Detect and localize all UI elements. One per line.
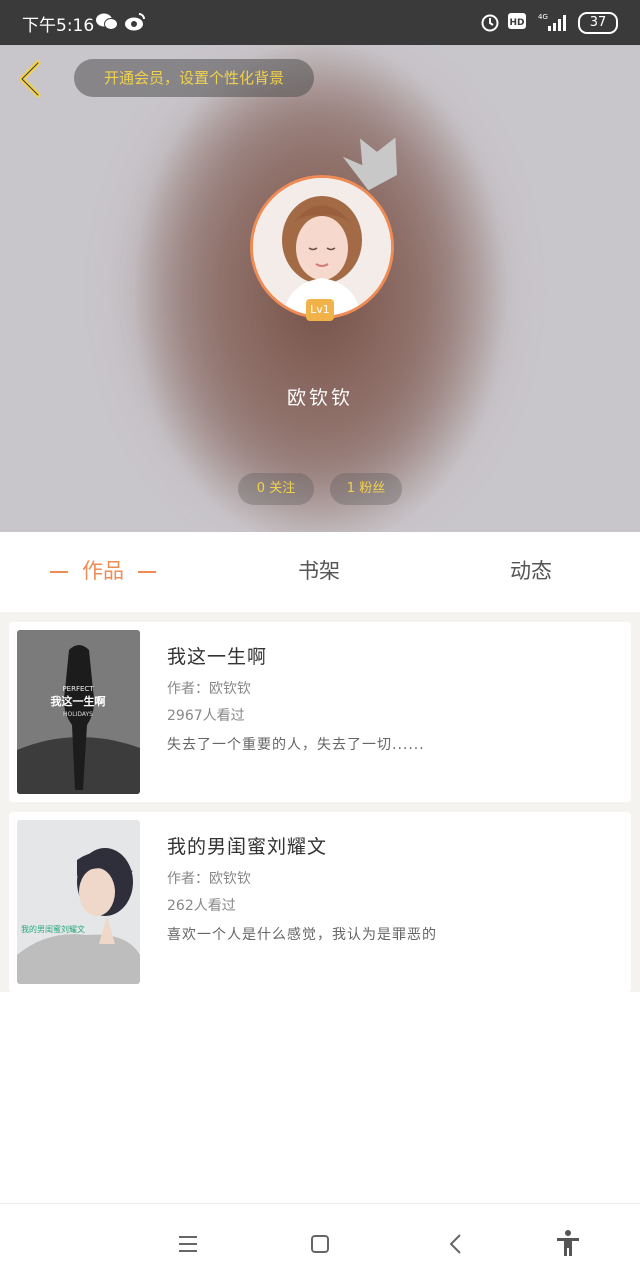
tab-activity[interactable]: 动态 <box>510 532 552 612</box>
cover-text-main: 我的男闺蜜刘耀文 <box>21 924 85 934</box>
work-description: 失去了一个重要的人，失去了一切...... <box>167 737 425 753</box>
wechat-icon <box>96 13 118 30</box>
cover-text-main: 我这一生啊 <box>51 694 106 708</box>
alarm-icon <box>481 14 499 32</box>
home-icon[interactable] <box>300 1224 340 1264</box>
work-cover-image: PERFECT 我这一生啊 HOLIDAYS <box>17 630 140 794</box>
work-views: 2967人看过 <box>167 708 245 724</box>
work-views: 262人看过 <box>167 898 236 914</box>
avatar[interactable] <box>250 175 394 319</box>
battery-indicator: 37 <box>578 12 618 34</box>
work-description: 喜欢一个人是什么感觉，我认为是罪恶的 <box>167 927 437 943</box>
avatar-image <box>253 178 391 316</box>
work-title: 我这一生啊 <box>167 646 268 668</box>
svg-text:HD: HD <box>509 18 524 28</box>
status-time: 下午5:16 <box>22 16 95 36</box>
back-icon[interactable] <box>436 1224 476 1264</box>
following-count-button[interactable]: 0 关注 <box>238 473 314 505</box>
profile-header: 开通会员，设置个性化背景 Lv1 欧钦钦 0 关注 1 粉丝 <box>0 45 640 532</box>
work-author: 作者：欧钦钦 <box>167 871 251 887</box>
level-badge: Lv1 <box>306 299 334 321</box>
vip-banner-button[interactable]: 开通会员，设置个性化背景 <box>74 59 314 97</box>
work-card[interactable]: PERFECT 我这一生啊 HOLIDAYS 我这一生啊 作者：欧钦钦 2967… <box>9 622 631 802</box>
hd-icon: HD <box>508 13 526 29</box>
system-navigation-bar <box>0 1203 640 1281</box>
work-title: 我的男闺蜜刘耀文 <box>167 836 328 858</box>
user-nickname: 欧钦钦 <box>286 387 353 409</box>
work-card[interactable]: 我的男闺蜜刘耀文 我的男闺蜜刘耀文 作者：欧钦钦 262人看过 喜欢一个人是什么… <box>9 812 631 992</box>
work-author: 作者：欧钦钦 <box>167 681 251 697</box>
weibo-icon <box>125 13 145 31</box>
svg-text:4G: 4G <box>538 13 548 21</box>
tab-bookshelf[interactable]: 书架 <box>298 532 340 612</box>
works-list: PERFECT 我这一生啊 HOLIDAYS 我这一生啊 作者：欧钦钦 2967… <box>0 612 640 992</box>
accessibility-icon[interactable] <box>548 1224 588 1264</box>
signal-icon: 4G <box>538 13 566 31</box>
status-bar: 下午5:16 HD 4G 37 <box>0 0 640 45</box>
cover-text-bottom: HOLIDAYS <box>63 711 93 718</box>
back-arrow-icon[interactable] <box>14 59 48 99</box>
followers-count-button[interactable]: 1 粉丝 <box>330 473 402 505</box>
menu-icon[interactable] <box>168 1224 208 1264</box>
cover-text-top: PERFECT <box>62 685 94 693</box>
tab-works[interactable]: 作品 <box>36 532 170 612</box>
work-cover-image: 我的男闺蜜刘耀文 <box>17 820 140 984</box>
profile-tabs: 作品 书架 动态 <box>0 532 640 612</box>
